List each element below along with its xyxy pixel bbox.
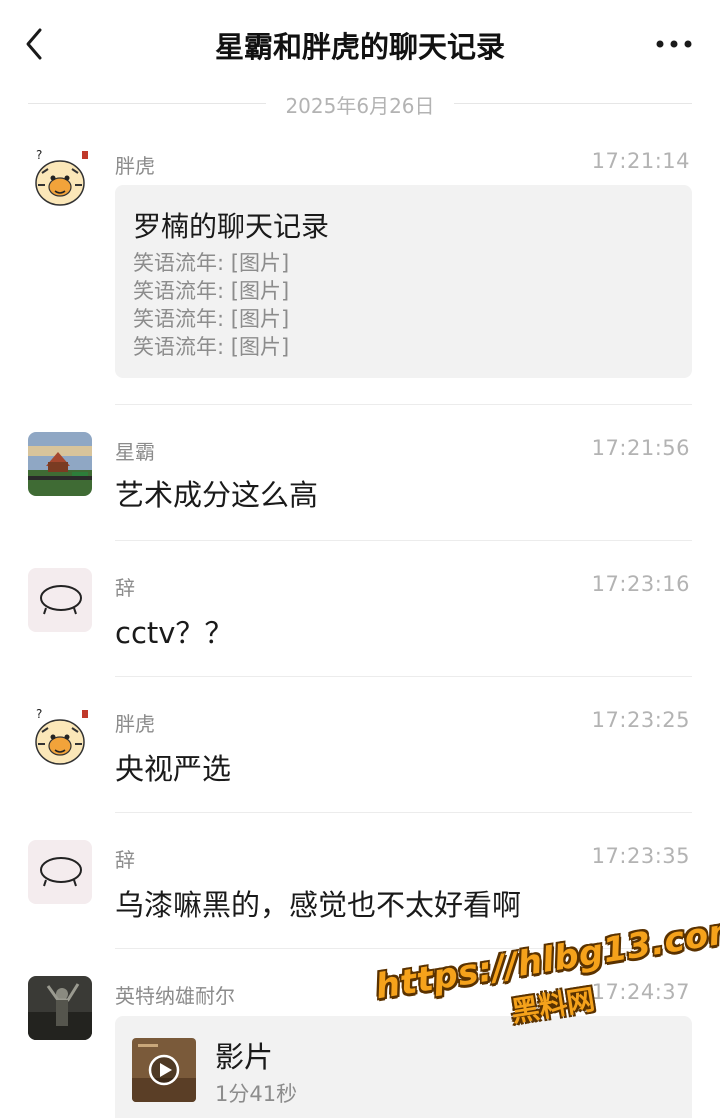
video-title: 影片 xyxy=(215,1040,274,1074)
avatar[interactable] xyxy=(28,840,92,904)
chat-record-card[interactable]: 罗楠的聊天记录 笑语流年: [图片] 笑语流年: [图片] 笑语流年: [图片]… xyxy=(115,185,692,378)
watermark-name: 黑料网 xyxy=(508,982,598,1029)
sender-name: 星霸 xyxy=(115,440,155,464)
avatar[interactable] xyxy=(28,976,92,1040)
sender-name: 胖虎 xyxy=(115,154,155,178)
message-divider xyxy=(115,404,692,405)
play-icon xyxy=(132,1038,196,1102)
message-time: 17:21:14 xyxy=(591,149,690,173)
card-line: 笑语流年: [图片] xyxy=(133,279,290,303)
avatar[interactable]: ? xyxy=(28,145,92,209)
video-thumbnail[interactable] xyxy=(132,1038,196,1102)
sender-name: 辞 xyxy=(115,848,135,872)
doodle-avatar-icon xyxy=(28,568,92,632)
message-time: 17:23:25 xyxy=(591,708,690,732)
message-divider xyxy=(115,676,692,677)
video-duration: 1分41秒 xyxy=(215,1082,298,1106)
tiger-avatar-icon: ? xyxy=(28,704,92,768)
dark-photo-avatar-icon xyxy=(28,976,92,1040)
more-horizontal-icon xyxy=(656,40,692,48)
card-line: 笑语流年: [图片] xyxy=(133,307,290,331)
message-divider xyxy=(115,812,692,813)
more-button[interactable] xyxy=(654,30,694,58)
sender-name: 英特纳雄耐尔 xyxy=(115,984,235,1008)
date-separator: 2025年6月26日 xyxy=(28,90,692,120)
divider xyxy=(454,103,692,104)
card-line: 笑语流年: [图片] xyxy=(133,335,290,359)
card-line: 笑语流年: [图片] xyxy=(133,251,290,275)
tiger-avatar-icon: ? xyxy=(28,145,92,209)
svg-text:?: ? xyxy=(36,707,42,721)
sender-name: 胖虎 xyxy=(115,712,155,736)
avatar[interactable] xyxy=(28,432,92,496)
message-text[interactable]: 乌漆嘛黑的，感觉也不太好看啊 xyxy=(115,882,521,924)
message-time: 17:23:16 xyxy=(591,572,690,596)
message-divider xyxy=(115,540,692,541)
page-title: 星霸和胖虎的聊天记录 xyxy=(214,30,505,64)
top-bar: 星霸和胖虎的聊天记录 xyxy=(0,0,720,88)
message-time: 17:21:56 xyxy=(591,436,690,460)
sender-name: 辞 xyxy=(115,576,135,600)
avatar[interactable] xyxy=(28,568,92,632)
landscape-avatar-icon xyxy=(28,432,92,496)
message-text[interactable]: 央视严选 xyxy=(115,746,231,788)
avatar[interactable]: ? xyxy=(28,704,92,768)
message-text[interactable]: 艺术成分这么高 xyxy=(115,472,318,514)
card-title: 罗楠的聊天记录 xyxy=(133,210,330,243)
svg-text:?: ? xyxy=(36,148,42,162)
date-label: 2025年6月26日 xyxy=(285,94,435,118)
doodle-avatar-icon xyxy=(28,840,92,904)
message-time: 17:23:35 xyxy=(591,844,690,868)
message-text[interactable]: cctv？？ xyxy=(115,610,233,652)
